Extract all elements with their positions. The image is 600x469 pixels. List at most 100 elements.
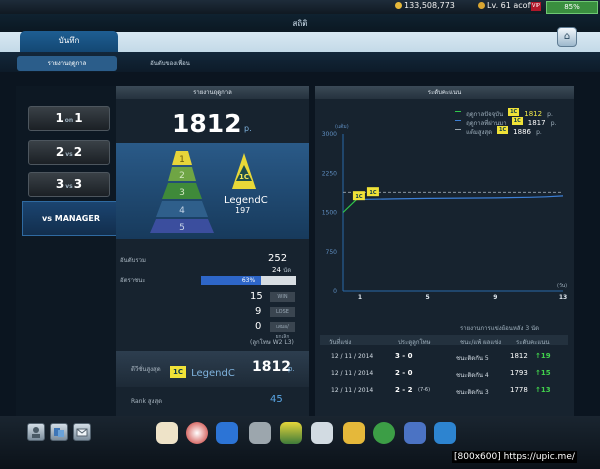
- history-score: 3 - 0: [395, 352, 413, 360]
- mode-vs-manager-button[interactable]: vs MANAGER: [22, 201, 120, 236]
- mail-button[interactable]: [73, 423, 91, 441]
- history-date: 12 / 11 / 2014: [331, 387, 374, 394]
- best-rank-value: 45: [270, 394, 283, 405]
- history-points: 1793: [510, 369, 528, 377]
- wins-value: 15: [250, 291, 263, 302]
- best-tier: 1C LegendC: [170, 361, 235, 380]
- y-tick-label: 750: [326, 249, 338, 256]
- dock-item-shop-icon[interactable]: [156, 422, 178, 444]
- losses-value: 9: [255, 306, 262, 317]
- x-tick-label: 9: [493, 294, 497, 301]
- dock-item-boots-icon[interactable]: [216, 422, 238, 444]
- x-tick-label: 13: [559, 294, 567, 301]
- history-caption: รายงานการแข่งย้อนหลัง 3 นัด: [460, 325, 540, 332]
- draws-value: 0: [255, 321, 262, 332]
- profile-icon: [32, 427, 40, 438]
- coin-icon: [395, 2, 402, 9]
- history-delta: ↑13: [535, 386, 551, 394]
- tier-pyramid: 1 2 3 4 5 1C: [150, 151, 256, 233]
- pyramid-label-2: 2: [179, 171, 185, 181]
- winrate-percent: 63%: [241, 277, 256, 284]
- x-tick-label: 1: [358, 294, 362, 301]
- history-points: 1812: [510, 352, 528, 360]
- dock-item-club-icon[interactable]: [373, 422, 395, 444]
- mode-3vs3-button[interactable]: 3vs3: [28, 172, 110, 197]
- best-rank-label: Rank สูงสุด: [131, 398, 163, 405]
- history-date: 12 / 11 / 2014: [331, 370, 374, 377]
- history-result: ชนะติดกัน 4: [456, 372, 489, 379]
- x-tick-label: 5: [426, 294, 430, 301]
- tier-pyramid-area: 1 2 3 4 5 1C: [116, 143, 309, 239]
- lose-label: LOSE: [270, 307, 295, 317]
- season-report-header: รายงานฤดูกาล: [116, 86, 309, 99]
- mode-sidebar: [16, 86, 118, 416]
- history-score: 2 - 0: [395, 369, 413, 377]
- history-col-date: วันที่แข่ง: [329, 339, 352, 346]
- marker-badge-high-label: 1C: [369, 190, 376, 196]
- rating-chart: 3000 2250 1500 750 0 1 5 9 13 (แต้ม) (วัน) 1C 1C: [322, 123, 567, 301]
- dock-item-trophy-icon[interactable]: [249, 422, 271, 444]
- subtab-season-report[interactable]: รายงานฤดูกาล: [17, 56, 117, 71]
- friends-button[interactable]: [50, 423, 68, 441]
- friends-icon: [54, 428, 64, 437]
- win-label: WIN: [270, 292, 295, 302]
- top-status-bar: 133,508,773 Lv. 61 acoffo VIP 85%: [0, 0, 600, 14]
- vip-badge: VIP: [531, 2, 541, 11]
- player-level: Lv. 61 acoffo: [478, 1, 538, 10]
- history-col-points: ระดับคะแนน: [516, 339, 550, 346]
- history-header-row: วันที่แข่ง ประตูลูกโทษ ชนะ/แพ้ ผลแข่ง ระ…: [320, 335, 568, 346]
- legend-current: ฤดูกาลปัจจุบัน 1C 1812 p.: [455, 101, 556, 118]
- best-score-unit: p.: [288, 365, 295, 373]
- best-division-row: ดีวีชั่นสูงสุด 1C LegendC 1812 p.: [116, 351, 309, 387]
- series-line-1: [359, 195, 564, 201]
- x-axis-label: (วัน): [557, 283, 567, 289]
- mode-1on1-button[interactable]: 1on1: [28, 106, 110, 131]
- season-score: 1812: [172, 109, 242, 138]
- dock-item-coin-icon[interactable]: [343, 422, 365, 444]
- history-points: 1778: [510, 386, 528, 394]
- dock-item-league-icon[interactable]: [280, 422, 302, 444]
- dock-item-ball-icon[interactable]: [186, 422, 208, 444]
- history-col-result: ชนะ/แพ้ ผลแข่ง: [460, 339, 502, 346]
- history-penalty-extra: (7-6): [418, 387, 431, 393]
- history-delta: ↑19: [535, 352, 551, 360]
- pyramid-label-5: 5: [179, 223, 185, 233]
- history-row: 12 / 11 / 2014 2 - 0 ชนะติดกัน 4 1793 ↑1…: [320, 367, 568, 381]
- dock-item-stats-icon[interactable]: [404, 422, 426, 444]
- y-axis-label: (แต้ม): [335, 123, 349, 130]
- pyramid-label-1: 1: [179, 155, 185, 165]
- tier-emblem-badge: 1C: [239, 173, 249, 181]
- home-icon: ⌂: [563, 31, 571, 42]
- history-delta: ↑15: [535, 369, 551, 377]
- watermark-text: [800x600] https://upic.me/: [452, 451, 577, 463]
- dock-item-cards-icon[interactable]: [311, 422, 333, 444]
- dock-item-cart-icon[interactable]: [434, 422, 456, 444]
- rank-label: อันดับรวม: [120, 257, 146, 264]
- coin-balance: 133,508,773: [395, 1, 455, 10]
- best-division-label: ดีวีชั่นสูงสุด: [131, 366, 161, 373]
- page-title: สถิติ: [292, 19, 308, 28]
- tier-rank: 197: [235, 206, 251, 215]
- best-score: 1812: [252, 359, 291, 375]
- tab-records[interactable]: บันทึก: [20, 31, 118, 52]
- best-tier-name: LegendC: [191, 368, 235, 379]
- marker-badge-current-label: 1C: [355, 194, 362, 200]
- games-count: 24 นัด: [272, 266, 292, 274]
- pyramid-label-4: 4: [179, 206, 185, 216]
- history-score: 2 - 2: [395, 386, 413, 394]
- history-row: 12 / 11 / 2014 2 - 2 (7-6) ชนะติดกัน 3 1…: [320, 384, 568, 398]
- subtab-friend-ranking[interactable]: อันดับของเพื่อน: [130, 56, 210, 71]
- history-result: ชนะติดกัน 3: [456, 389, 489, 396]
- penalty-note: (ลูกโทษ W2 L3): [250, 339, 294, 346]
- y-tick-label: 1500: [322, 210, 337, 217]
- tier-name: LegendC: [224, 195, 268, 206]
- season-score-unit: p.: [244, 124, 252, 133]
- draw-label: เสมอ/ยกเลิก: [270, 322, 295, 340]
- mode-2vs2-button[interactable]: 2vs2: [28, 140, 110, 165]
- mail-icon: [76, 428, 88, 437]
- home-button[interactable]: ⌂: [557, 27, 577, 47]
- history-row: 12 / 11 / 2014 3 - 0 ชนะติดกัน 5 1812 ↑1…: [320, 350, 568, 364]
- best-tier-badge: 1C: [170, 365, 186, 378]
- history-date: 12 / 11 / 2014: [331, 353, 374, 360]
- profile-button[interactable]: [27, 423, 45, 441]
